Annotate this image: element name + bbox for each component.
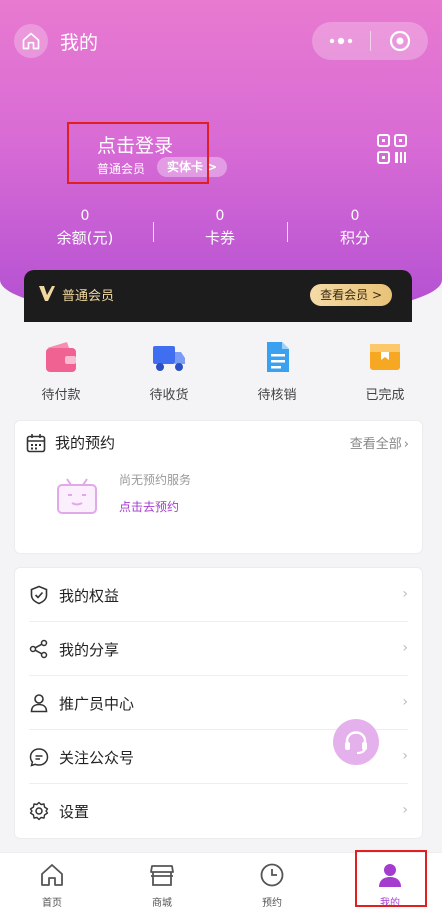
highlight-box-login [67,122,209,184]
view-all-link[interactable]: 查看全部 › [350,433,409,452]
highlight-box-profile-tab [355,850,427,907]
chevron-right-icon: › [402,802,408,818]
tab-label: 商城 [152,898,172,907]
stat-value: 0 [215,208,225,224]
truck-icon [153,346,185,371]
more-button[interactable] [312,22,370,60]
stat-label: 卡券 [204,229,235,247]
calendar-icon [26,434,46,453]
tab-label: 预约 [262,898,282,907]
order-pending-delivery[interactable]: 待收货 [129,340,209,403]
tab-appointment[interactable]: 预约 [222,853,322,907]
document-icon [267,342,289,372]
menu-item-share[interactable]: 我的分享 › [15,622,424,676]
menu-item-benefits[interactable]: 我的权益 › [15,568,424,622]
home-icon [41,864,63,886]
order-label: 待收货 [149,388,189,403]
stat-divider [287,222,288,242]
customer-service-button[interactable] [333,719,379,765]
shop-icon [150,865,174,886]
appointments-card: 我的预约 查看全部 › 尚无预约服务 点击去预约 [14,420,423,554]
stat-value: 0 [350,208,360,224]
vip-level-label: 普通会员 [62,289,115,304]
chat-icon [29,748,49,767]
headset-icon [345,731,367,754]
appointments-title: 我的预约 [55,434,116,452]
menu-item-settings[interactable]: 设置 › [15,784,424,838]
stat-divider [153,222,154,242]
chevron-right-icon: › [402,694,408,710]
chevron-right-icon: › [402,748,408,764]
stat-value: 0 [80,208,90,224]
wallet-icon [46,342,76,372]
profile-page: 我的 点击登录 普通会员 实体卡 > 0 余额(元) 0 卡券 0 积分 普通会… [0,0,442,907]
order-label: 待付款 [41,388,81,403]
order-label: 已完成 [365,388,405,403]
vip-card: 普通会员 查看会员 > [24,270,412,322]
stat-label: 积分 [339,229,370,247]
tv-robot-icon [57,478,97,514]
chevron-right-icon: › [402,640,408,656]
close-mini-program-button[interactable] [371,22,428,60]
share-icon [29,639,48,659]
menu-item-label: 关注公众号 [59,749,135,767]
make-appointment-link[interactable]: 点击去预约 [119,498,179,515]
view-all-label: 查看全部 [349,437,402,452]
page-title: 我的 [60,32,99,54]
stat-points[interactable]: 0 积分 [305,206,405,250]
vip-v-icon [39,286,55,301]
home-icon [22,32,40,50]
order-pending-payment[interactable]: 待付款 [21,340,101,403]
stat-balance[interactable]: 0 余额(元) [35,206,135,250]
chevron-right-icon: › [402,586,408,602]
tab-home[interactable]: 首页 [2,853,102,907]
home-button[interactable] [14,24,48,58]
tab-label: 首页 [42,898,62,907]
qr-code-icon[interactable] [376,133,408,165]
user-icon [30,694,48,713]
more-dots-icon [329,37,353,45]
order-completed[interactable]: 已完成 [345,340,425,403]
menu-item-label: 设置 [59,803,90,821]
view-membership-button[interactable]: 查看会员 > [310,284,392,306]
clock-icon [260,863,284,887]
order-label: 待核销 [257,388,297,403]
menu-item-label: 推广员中心 [59,695,135,713]
account-stats: 0 余额(元) 0 卡券 0 积分 [0,206,442,254]
stat-label: 余额(元) [56,229,114,247]
box-icon [370,344,400,370]
mini-program-capsule [312,22,428,60]
order-shortcuts: 待付款 待收货 待核销 已完成 [0,340,442,403]
menu-item-label: 我的分享 [59,641,120,659]
gear-icon [29,801,49,821]
stat-coupons[interactable]: 0 卡券 [170,206,270,250]
shield-check-icon [30,585,48,605]
order-pending-verification[interactable]: 待核销 [237,340,317,403]
empty-appointments-text: 尚无预约服务 [119,473,192,487]
chevron-right-icon: › [403,437,409,452]
target-close-icon [389,30,410,52]
settings-menu: 我的权益 › 我的分享 › 推广员中心 › 关注公众号 › 设置 › [14,567,423,839]
menu-item-label: 我的权益 [59,587,120,605]
tab-shop[interactable]: 商城 [112,853,212,907]
